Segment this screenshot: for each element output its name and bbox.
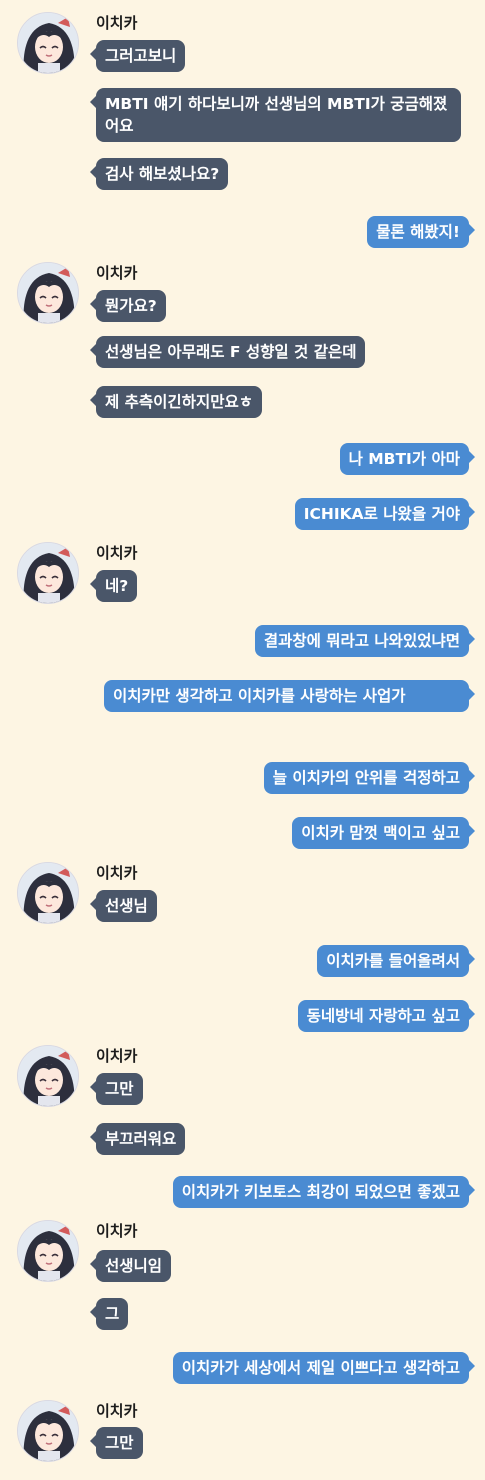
- avatar[interactable]: [17, 1220, 79, 1282]
- sender-name: 이치카: [96, 264, 138, 282]
- bubble-tail: [469, 688, 475, 700]
- message-text: 이치카 맘껏 맥이고 싶고: [301, 824, 460, 842]
- bubble-tail: [469, 1008, 475, 1020]
- ichika-portrait: [18, 13, 78, 73]
- message-text: 이치카만 생각하고 이치카를 사랑하는 사업가: [113, 687, 406, 705]
- message-text: 그만: [105, 1434, 134, 1452]
- message-text: 네?: [105, 577, 129, 595]
- bubble-tail: [90, 96, 96, 108]
- bubble-tail: [469, 825, 475, 837]
- bubble-tail: [90, 48, 96, 60]
- ichika-portrait: [18, 263, 78, 323]
- sender-name: 이치카: [96, 864, 138, 882]
- bubble-tail: [469, 451, 475, 463]
- avatar[interactable]: [17, 542, 79, 604]
- incoming-message-bubble[interactable]: 부끄러워요: [96, 1123, 186, 1155]
- bubble-tail: [90, 1306, 96, 1318]
- incoming-message-bubble[interactable]: 그: [96, 1298, 129, 1330]
- avatar[interactable]: [17, 1400, 79, 1462]
- outgoing-message-bubble[interactable]: 결과창에 뭐라고 나와있었냐면: [254, 625, 469, 657]
- bubble-tail: [90, 1258, 96, 1270]
- outgoing-message-bubble[interactable]: 이치카만 생각하고 이치카를 사랑하는 사업가: [104, 680, 469, 712]
- bubble-tail: [90, 1131, 96, 1143]
- message-text: 동네방네 자랑하고 싶고: [306, 1007, 460, 1025]
- outgoing-message-bubble[interactable]: 물론 해봤지!: [367, 216, 469, 248]
- message-text: 이치카를 들어올려서: [326, 952, 460, 970]
- ichika-portrait: [18, 1401, 78, 1461]
- message-text: 제 추측이긴하지만요ㅎ: [105, 393, 253, 411]
- incoming-message-bubble[interactable]: MBTI 얘기 하다보니까 선생님의 MBTI가 궁금해졌어요: [96, 88, 461, 142]
- bubble-tail: [90, 898, 96, 910]
- message-text: MBTI 얘기 하다보니까 선생님의 MBTI가 궁금해졌어요: [105, 95, 448, 135]
- outgoing-message-bubble[interactable]: 이치카를 들어올려서: [317, 945, 469, 977]
- avatar[interactable]: [17, 1045, 79, 1107]
- avatar[interactable]: [17, 12, 79, 74]
- message-text: 결과창에 뭐라고 나와있었냐면: [263, 632, 460, 650]
- sender-name: 이치카: [96, 544, 138, 562]
- avatar[interactable]: [17, 262, 79, 324]
- sender-name: 이치카: [96, 1047, 138, 1065]
- outgoing-message-bubble[interactable]: 이치카가 키보토스 최강이 되었으면 좋겠고: [172, 1176, 469, 1208]
- incoming-message-bubble[interactable]: 뭔가요?: [96, 290, 166, 322]
- message-text: 부끄러워요: [105, 1130, 177, 1148]
- ichika-portrait: [18, 1221, 78, 1281]
- message-text: 이치카가 키보토스 최강이 되었으면 좋겠고: [181, 1183, 460, 1201]
- incoming-message-bubble[interactable]: 선생님은 아무래도 F 성향일 것 같은데: [96, 336, 366, 368]
- bubble-tail: [469, 1360, 475, 1372]
- message-text: ICHIKA로 나왔을 거야: [303, 505, 460, 523]
- sender-name: 이치카: [96, 1402, 138, 1420]
- outgoing-message-bubble[interactable]: 동네방네 자랑하고 싶고: [297, 1000, 469, 1032]
- incoming-message-bubble[interactable]: 선생님: [96, 890, 157, 922]
- bubble-tail: [469, 633, 475, 645]
- message-text: 늘 이치카의 안위를 걱정하고: [272, 769, 460, 787]
- bubble-tail: [469, 506, 475, 518]
- avatar[interactable]: [17, 862, 79, 924]
- incoming-message-bubble[interactable]: 검사 해보셨나요?: [96, 158, 229, 190]
- incoming-message-bubble[interactable]: 그만: [96, 1073, 143, 1105]
- bubble-tail: [90, 1081, 96, 1093]
- message-text: 그만: [105, 1080, 134, 1098]
- ichika-portrait: [18, 863, 78, 923]
- message-text: 뭔가요?: [105, 297, 157, 315]
- message-text: 물론 해봤지!: [376, 223, 460, 241]
- message-text: 선생님은 아무래도 F 성향일 것 같은데: [105, 343, 357, 361]
- outgoing-message-bubble[interactable]: 이치카 맘껏 맥이고 싶고: [292, 817, 469, 849]
- bubble-tail: [90, 578, 96, 590]
- outgoing-message-bubble[interactable]: ICHIKA로 나왔을 거야: [294, 498, 469, 530]
- incoming-message-bubble[interactable]: 제 추측이긴하지만요ㅎ: [96, 386, 262, 418]
- ichika-portrait: [18, 543, 78, 603]
- bubble-tail: [90, 298, 96, 310]
- outgoing-message-bubble[interactable]: 늘 이치카의 안위를 걱정하고: [263, 762, 469, 794]
- outgoing-message-bubble[interactable]: 이치카가 세상에서 제일 이쁘다고 생각하고: [172, 1352, 469, 1384]
- message-text: 그러고보니: [105, 47, 177, 65]
- message-text: 이치카가 세상에서 제일 이쁘다고 생각하고: [181, 1359, 460, 1377]
- message-text: 검사 해보셨나요?: [105, 165, 220, 183]
- message-text: 나 MBTI가 아마: [348, 450, 460, 468]
- bubble-tail: [90, 166, 96, 178]
- bubble-tail: [90, 394, 96, 406]
- bubble-tail: [469, 224, 475, 236]
- bubble-tail: [90, 1435, 96, 1447]
- message-text: 선생님: [105, 897, 148, 915]
- bubble-tail: [90, 344, 96, 356]
- outgoing-message-bubble[interactable]: 나 MBTI가 아마: [339, 443, 469, 475]
- bubble-tail: [469, 1184, 475, 1196]
- sender-name: 이치카: [96, 14, 138, 32]
- ichika-portrait: [18, 1046, 78, 1106]
- message-text: 그: [105, 1305, 120, 1323]
- message-text: 선생니임: [105, 1257, 163, 1275]
- sender-name: 이치카: [96, 1222, 138, 1240]
- incoming-message-bubble[interactable]: 선생니임: [96, 1250, 172, 1282]
- bubble-tail: [469, 770, 475, 782]
- incoming-message-bubble[interactable]: 네?: [96, 570, 138, 602]
- chat-log: 이치카 그러고보니 MBTI 얘기 하다보니까 선생님의 MBTI가 궁금해졌어요 검…: [0, 0, 485, 1480]
- incoming-message-bubble[interactable]: 그러고보니: [96, 40, 186, 72]
- bubble-tail: [469, 953, 475, 965]
- incoming-message-bubble[interactable]: 그만: [96, 1427, 143, 1459]
